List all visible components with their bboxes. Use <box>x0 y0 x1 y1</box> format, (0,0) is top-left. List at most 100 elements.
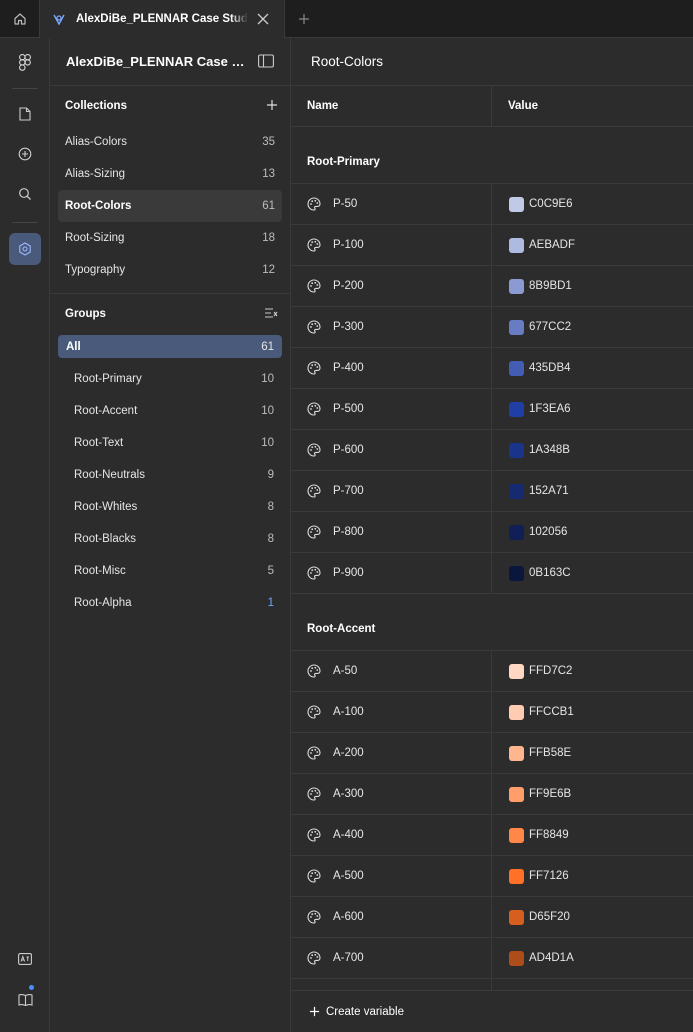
variable-value-cell[interactable]: FFCCB1 <box>492 692 574 732</box>
variable-row[interactable]: P-50 C0C9E6 <box>291 184 693 225</box>
create-variable-button[interactable]: Create variable <box>291 990 693 1032</box>
group-item[interactable]: Root-Neutrals 9 <box>58 459 282 491</box>
group-item[interactable]: Root-Misc 5 <box>58 555 282 587</box>
variable-row[interactable]: A-300 FF9E6B <box>291 774 693 815</box>
color-swatch[interactable] <box>509 196 524 212</box>
search-button[interactable] <box>9 178 41 210</box>
group-item[interactable]: Root-Alpha 1 <box>58 587 282 619</box>
add-collection-icon[interactable] <box>266 99 278 111</box>
variable-value-cell[interactable]: 1A348B <box>492 430 570 470</box>
variable-value-cell[interactable]: 1F3EA6 <box>492 389 571 429</box>
color-swatch[interactable] <box>509 663 524 679</box>
variable-value-cell[interactable]: AEBADF <box>492 225 575 265</box>
variable-value-cell[interactable]: FF8849 <box>492 815 569 855</box>
variable-name-cell[interactable]: A-100 <box>291 692 492 732</box>
close-icon[interactable] <box>256 12 270 26</box>
collection-item[interactable]: Alias-Colors 35 <box>58 126 282 158</box>
variable-row[interactable]: A-50 FFD7C2 <box>291 651 693 692</box>
color-swatch[interactable] <box>509 704 524 720</box>
translate-button[interactable] <box>9 943 41 975</box>
variable-value-cell[interactable]: 435DB4 <box>492 348 571 388</box>
variable-value-cell[interactable]: FF7126 <box>492 856 569 896</box>
variable-row[interactable]: A-600 D65F20 <box>291 897 693 938</box>
variable-name-cell[interactable]: A-400 <box>291 815 492 855</box>
color-swatch[interactable] <box>509 745 524 761</box>
color-swatch[interactable] <box>509 950 524 966</box>
assets-button[interactable] <box>9 138 41 170</box>
variable-row[interactable]: A-500 FF7126 <box>291 856 693 897</box>
color-swatch[interactable] <box>509 524 524 540</box>
variable-name-cell[interactable]: A-200 <box>291 733 492 773</box>
sidebar-toggle-icon[interactable] <box>258 54 274 68</box>
variable-name-cell[interactable]: A-700 <box>291 938 492 978</box>
pages-button[interactable] <box>9 98 41 130</box>
filter-icon[interactable] <box>264 307 278 319</box>
variable-row[interactable]: A-100 FFCCB1 <box>291 692 693 733</box>
document-tab[interactable]: AlexDiBe_PLENNAR Case Study PLENNAR <box>40 0 285 38</box>
variable-value-cell[interactable]: AD4D1A <box>492 938 574 978</box>
variable-row[interactable]: P-200 8B9BD1 <box>291 266 693 307</box>
group-item-all[interactable]: All 61 <box>58 335 282 358</box>
variable-name-cell[interactable]: P-600 <box>291 430 492 470</box>
color-swatch[interactable] <box>509 909 524 925</box>
variable-row[interactable]: P-400 435DB4 <box>291 348 693 389</box>
variable-name-cell[interactable]: P-400 <box>291 348 492 388</box>
variable-value-cell[interactable]: 677CC2 <box>492 307 571 347</box>
new-tab-button[interactable] <box>285 0 323 38</box>
color-swatch[interactable] <box>509 868 524 884</box>
collection-item-active[interactable]: Root-Colors 61 <box>58 190 282 222</box>
variable-value-cell[interactable]: 152A71 <box>492 471 569 511</box>
variable-row[interactable]: P-800 102056 <box>291 512 693 553</box>
variable-row[interactable]: P-700 152A71 <box>291 471 693 512</box>
color-swatch[interactable] <box>509 237 524 253</box>
group-item[interactable]: Root-Text 10 <box>58 427 282 459</box>
variable-row[interactable]: A-200 FFB58E <box>291 733 693 774</box>
variable-name-cell[interactable]: A-600 <box>291 897 492 937</box>
variable-value-cell[interactable]: 8B9BD1 <box>492 266 572 306</box>
variable-row[interactable]: P-600 1A348B <box>291 430 693 471</box>
variable-name-cell[interactable]: P-100 <box>291 225 492 265</box>
variable-value-cell[interactable]: FFD7C2 <box>492 651 572 691</box>
color-swatch[interactable] <box>509 401 524 417</box>
variables-button[interactable] <box>9 233 41 265</box>
color-swatch[interactable] <box>509 278 524 294</box>
color-swatch[interactable] <box>509 786 524 802</box>
variable-name-cell[interactable]: A-300 <box>291 774 492 814</box>
resources-button[interactable] <box>9 983 41 1015</box>
group-item[interactable]: Root-Primary 10 <box>58 363 282 395</box>
group-item[interactable]: Root-Whites 8 <box>58 491 282 523</box>
variable-name-cell[interactable]: A-50 <box>291 651 492 691</box>
variable-name-cell[interactable]: P-500 <box>291 389 492 429</box>
variable-name-cell[interactable]: P-50 <box>291 184 492 224</box>
variable-row[interactable]: A-700 AD4D1A <box>291 938 693 979</box>
collection-item[interactable]: Typography 12 <box>58 254 282 286</box>
variable-name-cell[interactable]: P-700 <box>291 471 492 511</box>
variable-value-cell[interactable]: C0C9E6 <box>492 184 572 224</box>
variable-value-cell[interactable]: 0B163C <box>492 553 571 593</box>
color-swatch[interactable] <box>509 483 524 499</box>
variable-value-cell[interactable]: FF9E6B <box>492 774 571 814</box>
group-item[interactable]: Root-Blacks 8 <box>58 523 282 555</box>
variable-value-cell[interactable]: FFB58E <box>492 733 571 773</box>
collection-item[interactable]: Root-Sizing 18 <box>58 222 282 254</box>
collection-item[interactable]: Alias-Sizing 13 <box>58 158 282 190</box>
variable-name-cell[interactable]: A-500 <box>291 856 492 896</box>
variable-row[interactable]: P-300 677CC2 <box>291 307 693 348</box>
color-swatch[interactable] <box>509 827 524 843</box>
color-swatch[interactable] <box>509 442 524 458</box>
variable-name-cell[interactable]: P-200 <box>291 266 492 306</box>
color-swatch[interactable] <box>509 360 524 376</box>
variable-row[interactable]: P-500 1F3EA6 <box>291 389 693 430</box>
column-header-name[interactable]: Name <box>291 86 492 126</box>
variable-row[interactable]: A-400 FF8849 <box>291 815 693 856</box>
variable-value-cell[interactable]: D65F20 <box>492 897 570 937</box>
variable-value-cell[interactable]: 102056 <box>492 512 567 552</box>
variable-name-cell[interactable]: P-900 <box>291 553 492 593</box>
color-swatch[interactable] <box>509 319 524 335</box>
variable-row[interactable]: P-100 AEBADF <box>291 225 693 266</box>
variable-name-cell[interactable]: P-800 <box>291 512 492 552</box>
column-header-value[interactable]: Value <box>492 86 538 126</box>
figma-menu-button[interactable] <box>9 46 41 78</box>
variable-row[interactable]: P-900 0B163C <box>291 553 693 594</box>
color-swatch[interactable] <box>509 565 524 581</box>
